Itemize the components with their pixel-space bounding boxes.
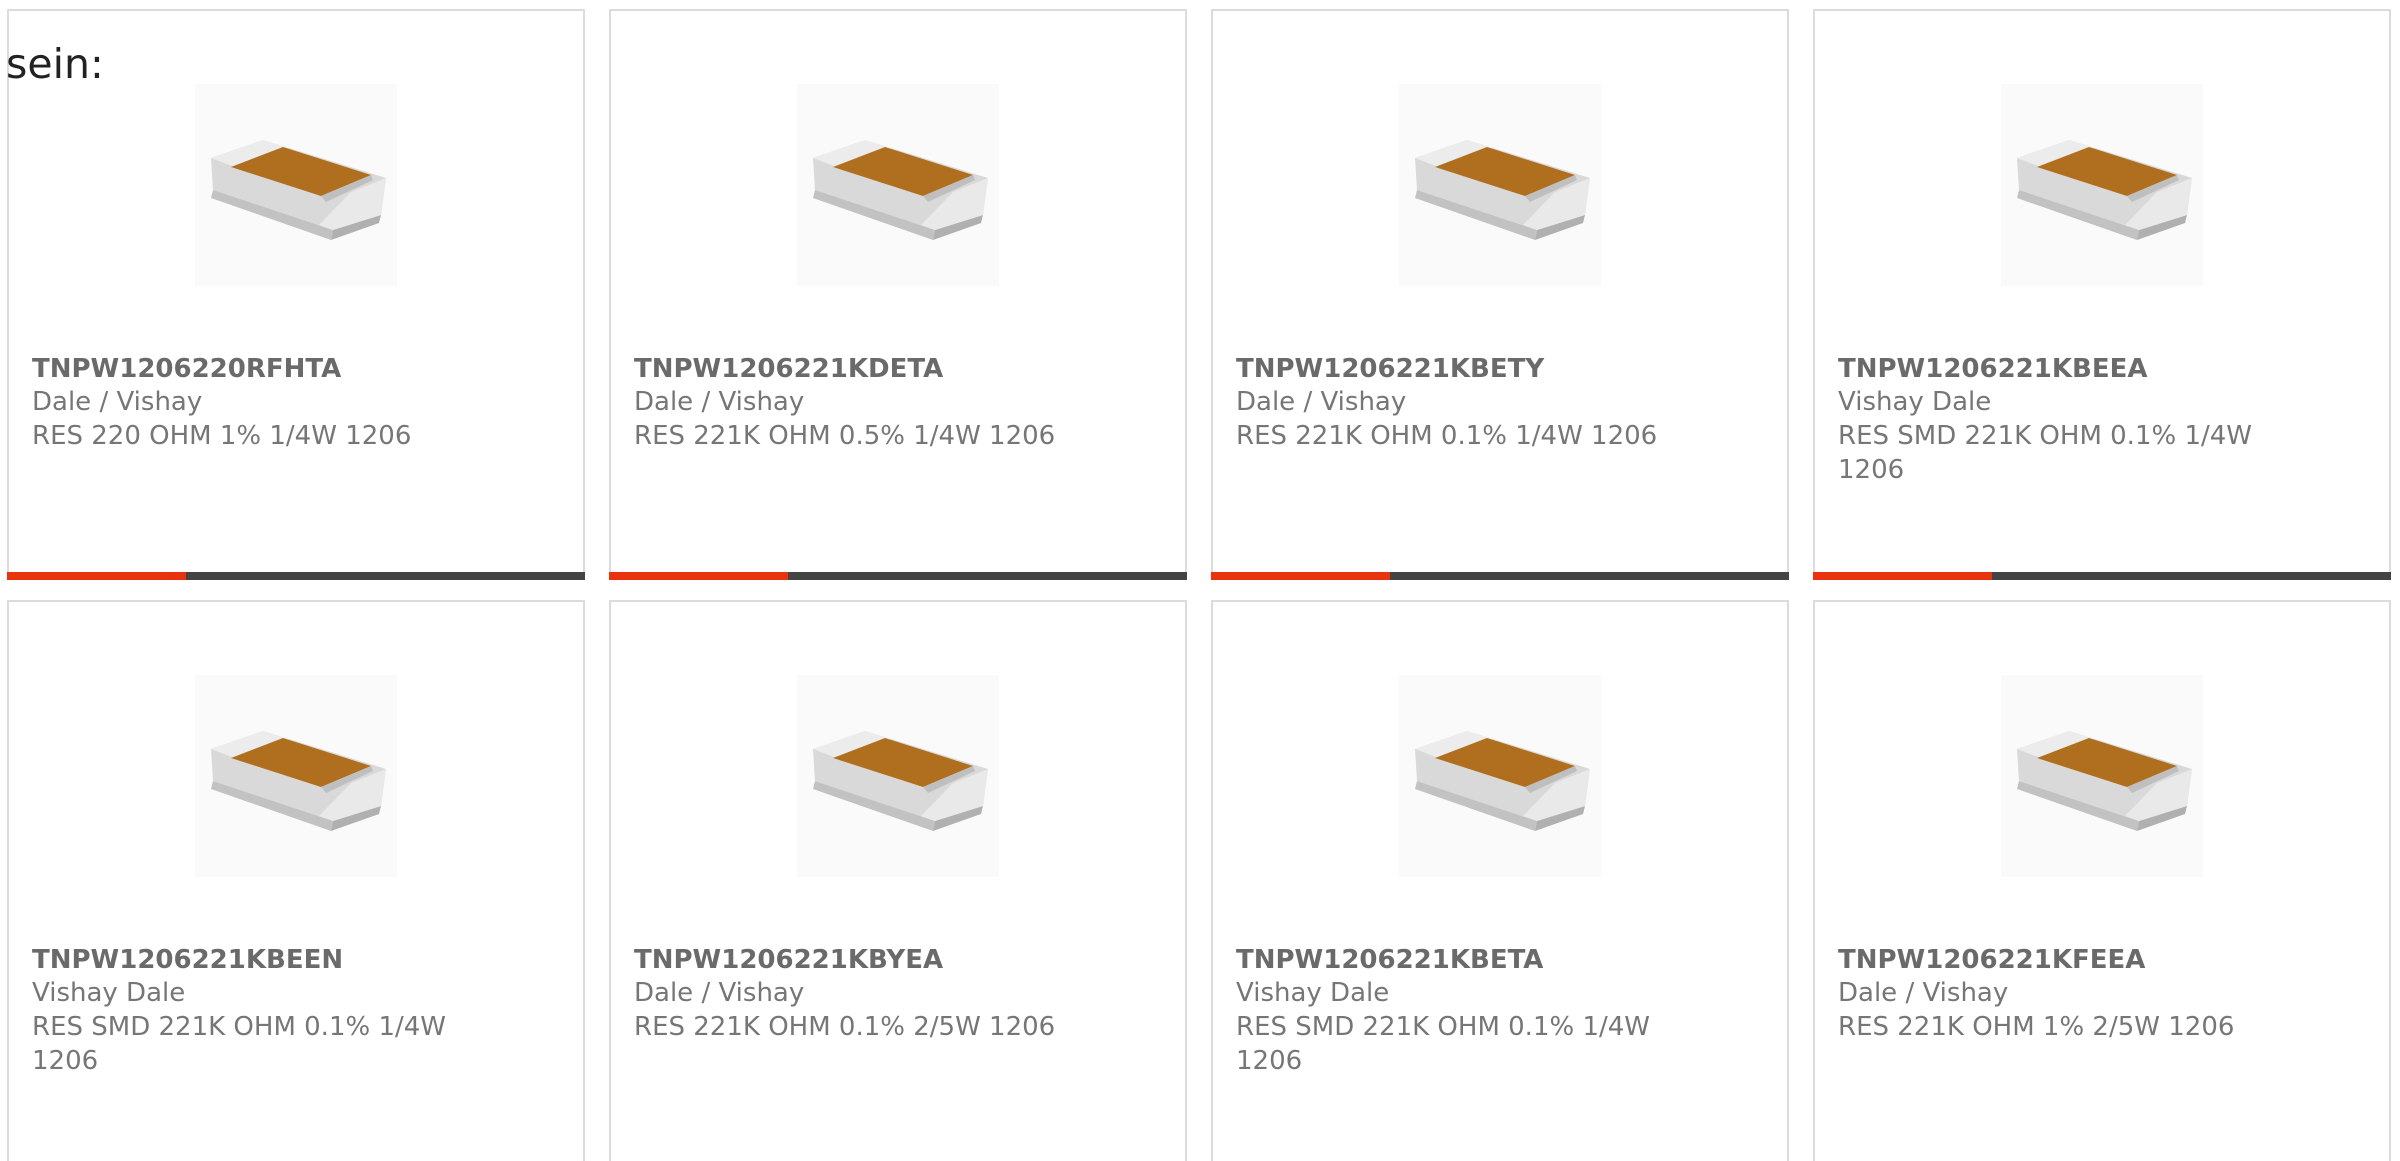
part-number[interactable]: TNPW1206221KBEEN <box>32 942 472 978</box>
product-card[interactable]: TNPW1206221KBYEA Dale / Vishay RES 221K … <box>609 600 1187 1161</box>
manufacturer: Dale / Vishay <box>32 387 203 417</box>
manufacturer: Dale / Vishay <box>1236 387 1407 417</box>
product-card[interactable]: TNPW1206221KBETA Vishay Dale RES SMD 221… <box>1211 600 1789 1161</box>
product-grid-page: sein: TNPW1206220RFHTA Dale / Vishay RES… <box>0 0 2400 1161</box>
product-row: TNPW1206220RFHTA Dale / Vishay RES 220 O… <box>7 9 2400 580</box>
description: RES SMD 221K OHM 0.1% 1/4W 1206 <box>1838 421 2253 485</box>
smd-resistor-chip-image[interactable] <box>797 675 999 877</box>
part-number[interactable]: TNPW1206221KDETA <box>634 351 1074 387</box>
resistor-chip-icon <box>2017 731 2192 831</box>
description: RES SMD 221K OHM 0.1% 1/4W 1206 <box>32 1012 447 1076</box>
smd-resistor-chip-image[interactable] <box>1399 84 1601 286</box>
smd-resistor-chip-image[interactable] <box>1399 675 1601 877</box>
description: RES 221K OHM 0.5% 1/4W 1206 <box>634 421 1056 451</box>
resistor-chip-icon <box>1415 140 1590 240</box>
manufacturer: Dale / Vishay <box>634 387 805 417</box>
product-info: TNPW1206221KBEEA Vishay Dale RES SMD 221… <box>1838 351 2278 487</box>
description: RES 221K OHM 0.1% 1/4W 1206 <box>1236 421 1658 451</box>
product-card[interactable]: TNPW1206220RFHTA Dale / Vishay RES 220 O… <box>7 9 585 580</box>
product-card[interactable]: TNPW1206221KBEEN Vishay Dale RES SMD 221… <box>7 600 585 1161</box>
part-number[interactable]: TNPW1206221KBYEA <box>634 942 1074 978</box>
product-row: TNPW1206221KBEEN Vishay Dale RES SMD 221… <box>7 600 2400 1161</box>
part-number[interactable]: TNPW1206221KFEEA <box>1838 942 2278 978</box>
product-grid: TNPW1206220RFHTA Dale / Vishay RES 220 O… <box>7 9 2400 1161</box>
part-number[interactable]: TNPW1206221KBEEA <box>1838 351 2278 387</box>
product-info: TNPW1206221KBEEN Vishay Dale RES SMD 221… <box>32 942 472 1078</box>
resistor-chip-icon <box>1415 731 1590 831</box>
resistor-chip-icon <box>813 140 988 240</box>
product-info: TNPW1206221KBYEA Dale / Vishay RES 221K … <box>634 942 1074 1044</box>
resistor-chip-icon <box>813 731 988 831</box>
smd-resistor-chip-image[interactable] <box>2001 84 2203 286</box>
card-progress-bar <box>1211 572 1789 580</box>
product-card[interactable]: TNPW1206221KBETY Dale / Vishay RES 221K … <box>1211 9 1789 580</box>
product-card[interactable]: TNPW1206221KBEEA Vishay Dale RES SMD 221… <box>1813 9 2391 580</box>
manufacturer: Vishay Dale <box>1236 978 1390 1008</box>
description: RES 221K OHM 1% 2/5W 1206 <box>1838 1012 2235 1042</box>
smd-resistor-chip-image[interactable] <box>797 84 999 286</box>
product-info: TNPW1206220RFHTA Dale / Vishay RES 220 O… <box>32 351 472 453</box>
product-card[interactable]: TNPW1206221KFEEA Dale / Vishay RES 221K … <box>1813 600 2391 1161</box>
part-number[interactable]: TNPW1206221KBETY <box>1236 351 1676 387</box>
card-progress-bar <box>1813 572 2391 580</box>
part-number[interactable]: TNPW1206221KBETA <box>1236 942 1676 978</box>
product-card[interactable]: TNPW1206221KDETA Dale / Vishay RES 221K … <box>609 9 1187 580</box>
product-info: TNPW1206221KFEEA Dale / Vishay RES 221K … <box>1838 942 2278 1044</box>
resistor-chip-icon <box>2017 140 2192 240</box>
resistor-chip-icon <box>211 731 386 831</box>
manufacturer: Dale / Vishay <box>1838 978 2009 1008</box>
card-progress-fill <box>7 572 187 580</box>
part-number[interactable]: TNPW1206220RFHTA <box>32 351 472 387</box>
smd-resistor-chip-image[interactable] <box>2001 675 2203 877</box>
description: RES SMD 221K OHM 0.1% 1/4W 1206 <box>1236 1012 1651 1076</box>
intro-text: sein: <box>6 40 104 88</box>
resistor-chip-icon <box>211 140 386 240</box>
card-progress-fill <box>1813 572 1993 580</box>
manufacturer: Dale / Vishay <box>634 978 805 1008</box>
card-progress-bar <box>7 572 585 580</box>
smd-resistor-chip-image[interactable] <box>195 675 397 877</box>
smd-resistor-chip-image[interactable] <box>195 84 397 286</box>
product-info: TNPW1206221KDETA Dale / Vishay RES 221K … <box>634 351 1074 453</box>
description: RES 220 OHM 1% 1/4W 1206 <box>32 421 412 451</box>
description: RES 221K OHM 0.1% 2/5W 1206 <box>634 1012 1056 1042</box>
card-progress-fill <box>1211 572 1391 580</box>
manufacturer: Vishay Dale <box>1838 387 1992 417</box>
card-progress-fill <box>609 572 789 580</box>
product-info: TNPW1206221KBETY Dale / Vishay RES 221K … <box>1236 351 1676 453</box>
card-progress-bar <box>609 572 1187 580</box>
manufacturer: Vishay Dale <box>32 978 186 1008</box>
product-info: TNPW1206221KBETA Vishay Dale RES SMD 221… <box>1236 942 1676 1078</box>
